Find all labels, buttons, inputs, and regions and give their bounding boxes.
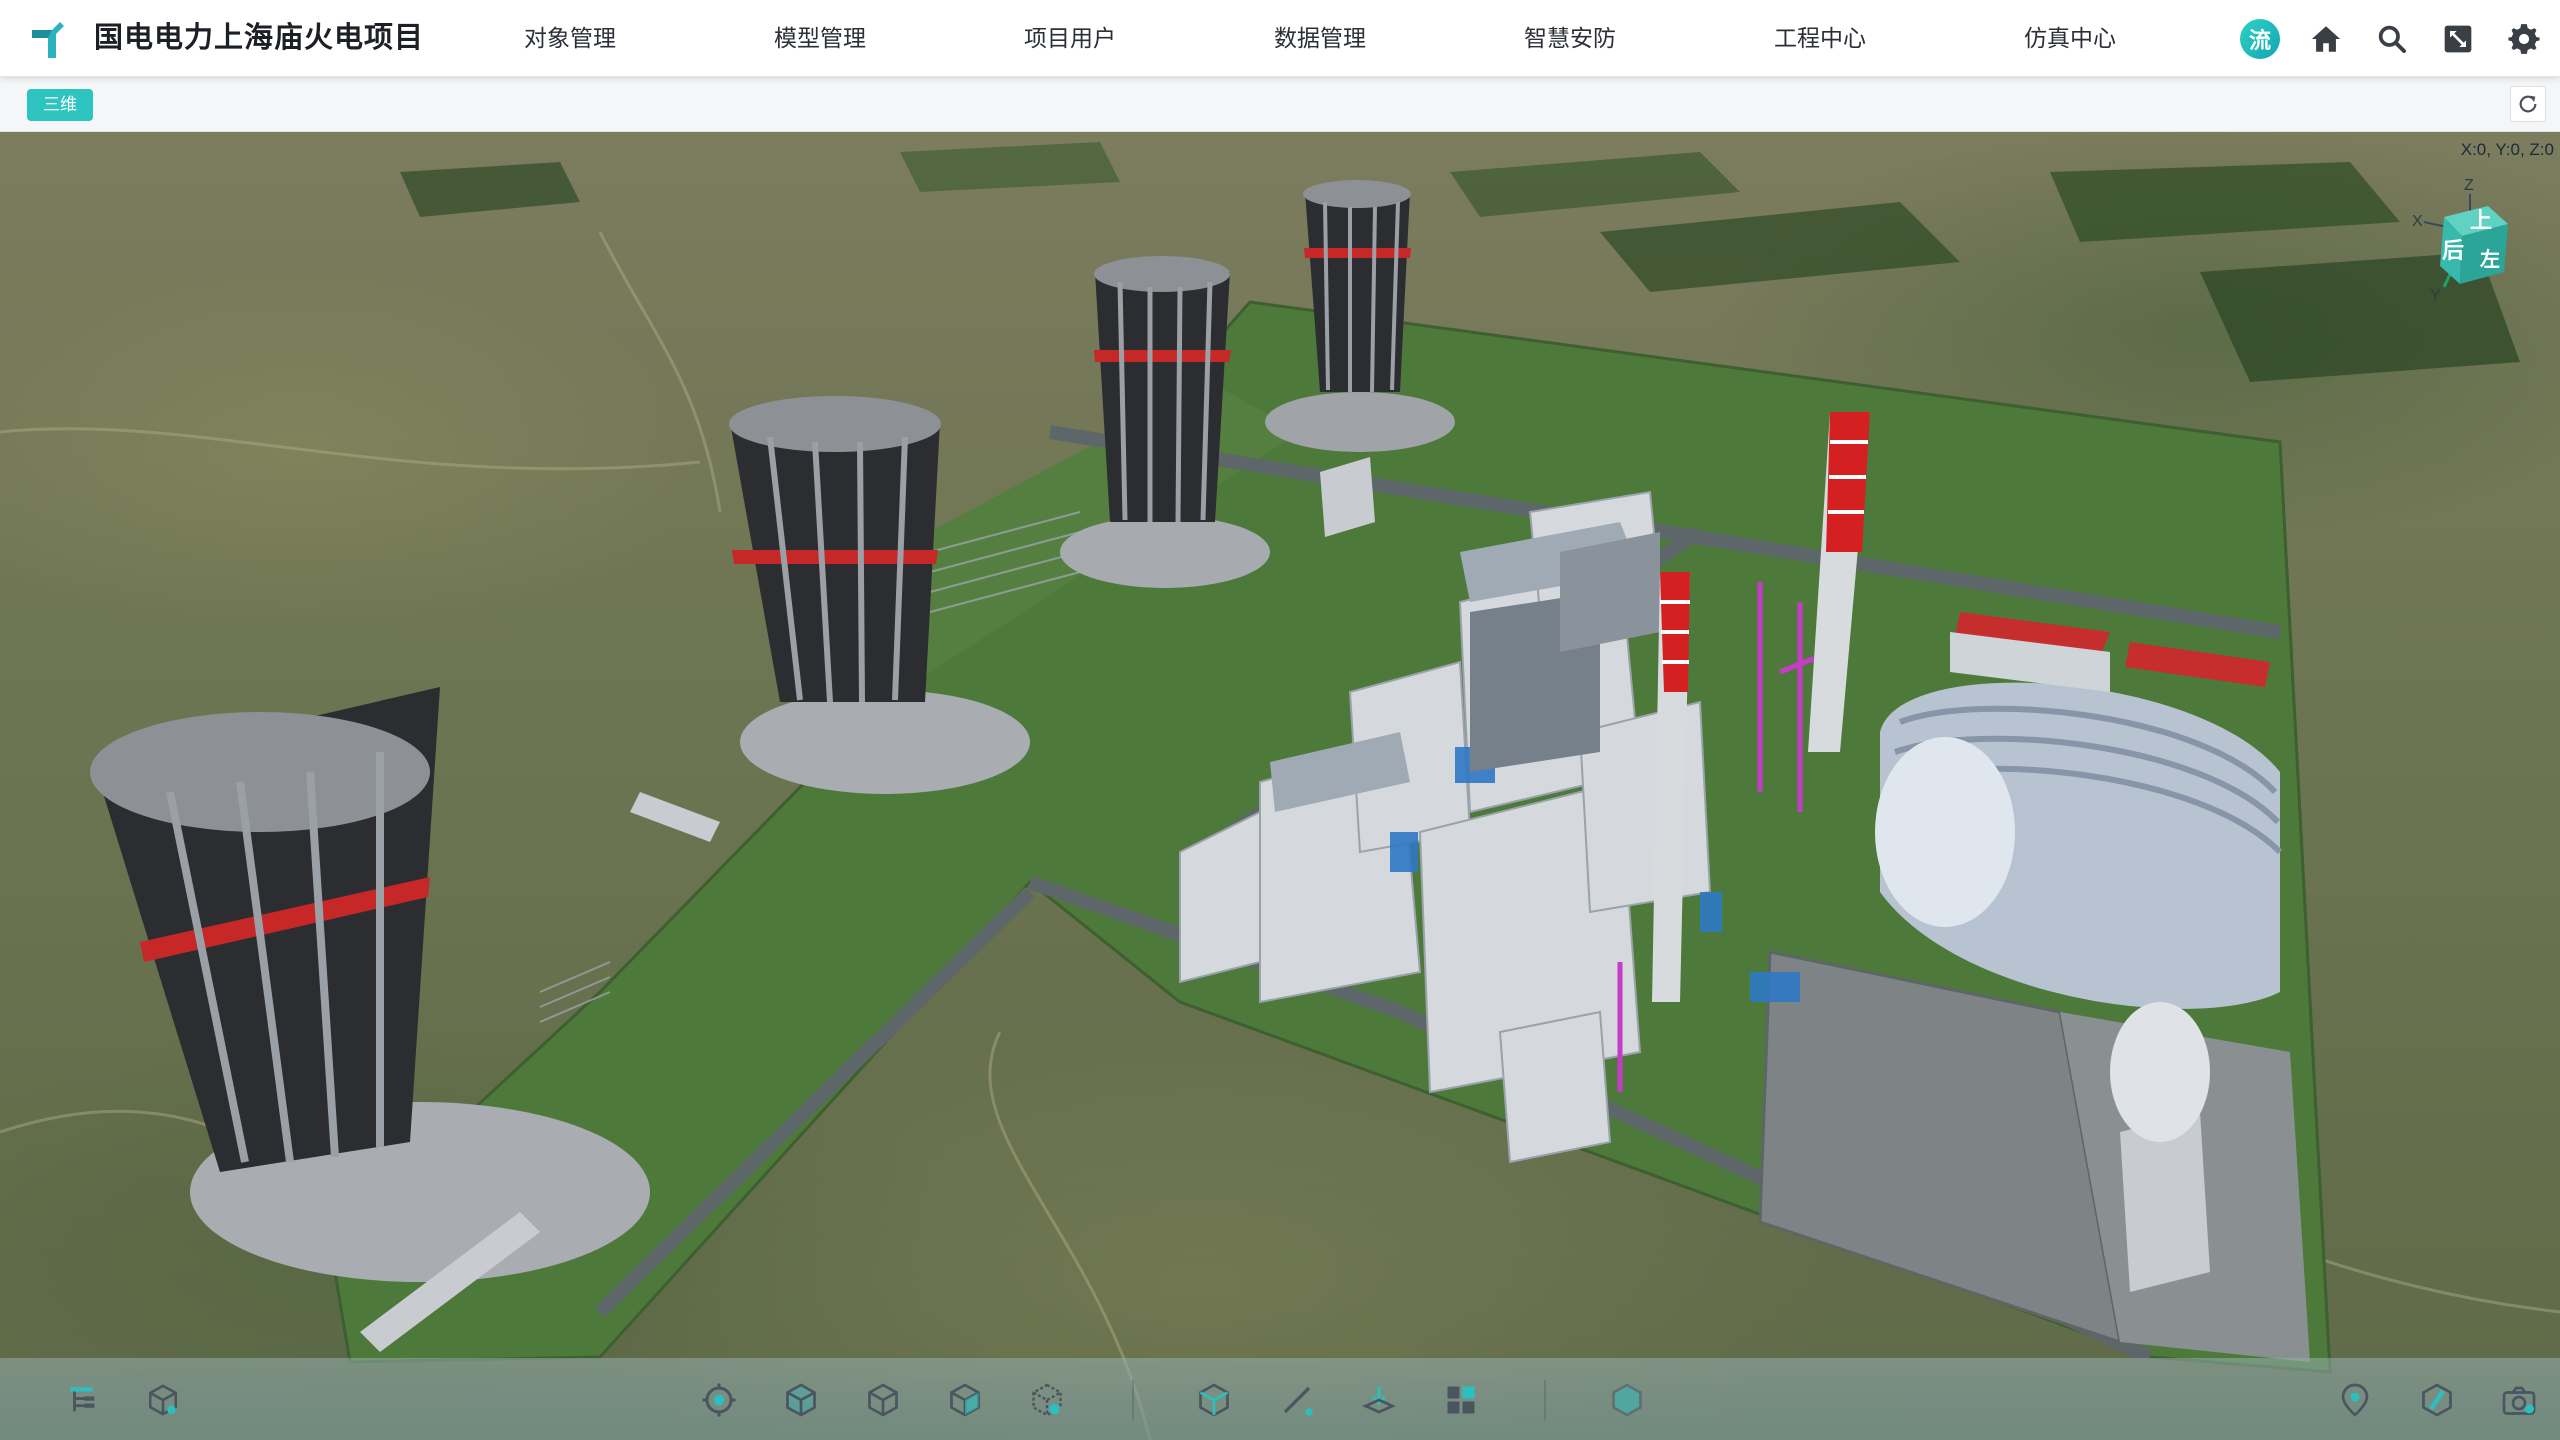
axis-x-label: X (2412, 213, 2423, 230)
cube-corner-button[interactable] (944, 1379, 986, 1421)
nav-smart-security[interactable]: 智慧安防 (1445, 0, 1695, 77)
nav-engineering-center[interactable]: 工程中心 (1695, 0, 1945, 77)
fullscreen-icon (2444, 25, 2472, 52)
cube-grid-button[interactable] (1026, 1379, 1068, 1421)
axis-y-label: Y (2430, 287, 2441, 302)
cube-face-side[interactable]: 左 (2480, 247, 2500, 271)
model-tree-button[interactable] (62, 1379, 104, 1421)
settings-button[interactable] (2504, 19, 2544, 59)
main-nav: 对象管理 模型管理 项目用户 数据管理 智慧安防 工程中心 仿真中心 (445, 0, 2195, 77)
cube-outline-icon (868, 1383, 898, 1417)
view-mode-bar: 三维 (0, 77, 2560, 132)
screenshot-button[interactable] (2498, 1379, 2540, 1421)
model-box-icon (148, 1384, 178, 1416)
fullscreen-button[interactable] (2438, 19, 2478, 59)
refresh-icon (2519, 95, 2537, 113)
toolbar-separator (1544, 1380, 1546, 1420)
refresh-button[interactable] (2510, 86, 2546, 122)
flow-badge: 流 (2240, 18, 2280, 59)
cube-outline-button[interactable] (862, 1379, 904, 1421)
home-button[interactable] (2306, 19, 2346, 59)
camera-icon (2502, 1386, 2536, 1415)
cube-face-front[interactable]: 后 (2442, 239, 2464, 264)
locate-icon (702, 1383, 736, 1417)
perspective-icon (1199, 1383, 1229, 1417)
nav-project-users[interactable]: 项目用户 (945, 0, 1195, 77)
clip-icon (2422, 1383, 2452, 1417)
measure-icon (1283, 1386, 1313, 1416)
hexagon-icon (1612, 1383, 1642, 1417)
coordinate-readout: X:0, Y:0, Z:0 (2460, 140, 2554, 159)
cube-icon (786, 1383, 816, 1417)
toolbar-separator (1132, 1380, 1134, 1420)
nav-object-management[interactable]: 对象管理 (445, 0, 695, 77)
axis-z-label: Z (2464, 177, 2474, 194)
map-pin-icon (2341, 1383, 2369, 1417)
cube-grid-icon (1032, 1383, 1062, 1417)
power-plant-scene (0, 142, 2560, 1440)
nav-simulation-center[interactable]: 仿真中心 (1945, 0, 2195, 77)
perspective-button[interactable] (1193, 1379, 1235, 1421)
header-actions: 流 (2240, 0, 2544, 77)
tree-icon (70, 1387, 95, 1412)
nav-model-management[interactable]: 模型管理 (695, 0, 945, 77)
clip-button[interactable] (2416, 1379, 2458, 1421)
mode-tag-3d[interactable]: 三维 (27, 89, 93, 121)
section-button[interactable] (1358, 1379, 1400, 1421)
measure-button[interactable] (1276, 1379, 1318, 1421)
navigation-cube[interactable]: Z X Y 上 后 左 (2400, 172, 2530, 304)
3d-viewport[interactable]: X:0, Y:0, Z:0 Z X Y 上 后 左 (0, 132, 2560, 1440)
flow-badge-button[interactable]: 流 (2240, 18, 2280, 59)
hexagon-button[interactable] (1606, 1379, 1648, 1421)
locate-button[interactable] (698, 1379, 740, 1421)
model-box-button[interactable] (142, 1379, 184, 1421)
cube-face-top[interactable]: 上 (2470, 209, 2492, 234)
section-icon (1362, 1386, 1396, 1414)
gear-icon (2508, 23, 2540, 54)
app-logo (30, 16, 68, 60)
cube-corner-icon (950, 1383, 980, 1417)
cube-view-button[interactable] (780, 1379, 822, 1421)
app-header: 国电电力上海庙火电项目 对象管理 模型管理 项目用户 数据管理 智慧安防 工程中… (0, 0, 2560, 77)
layers-icon (1447, 1386, 1475, 1414)
bottom-toolbar (0, 1358, 2560, 1440)
nav-data-management[interactable]: 数据管理 (1195, 0, 1445, 77)
layers-button[interactable] (1440, 1379, 1482, 1421)
map-pin-button[interactable] (2334, 1379, 2376, 1421)
home-icon (2311, 25, 2341, 52)
app-title: 国电电力上海庙火电项目 (94, 22, 425, 54)
search-button[interactable] (2372, 19, 2412, 59)
search-icon (2378, 25, 2406, 53)
